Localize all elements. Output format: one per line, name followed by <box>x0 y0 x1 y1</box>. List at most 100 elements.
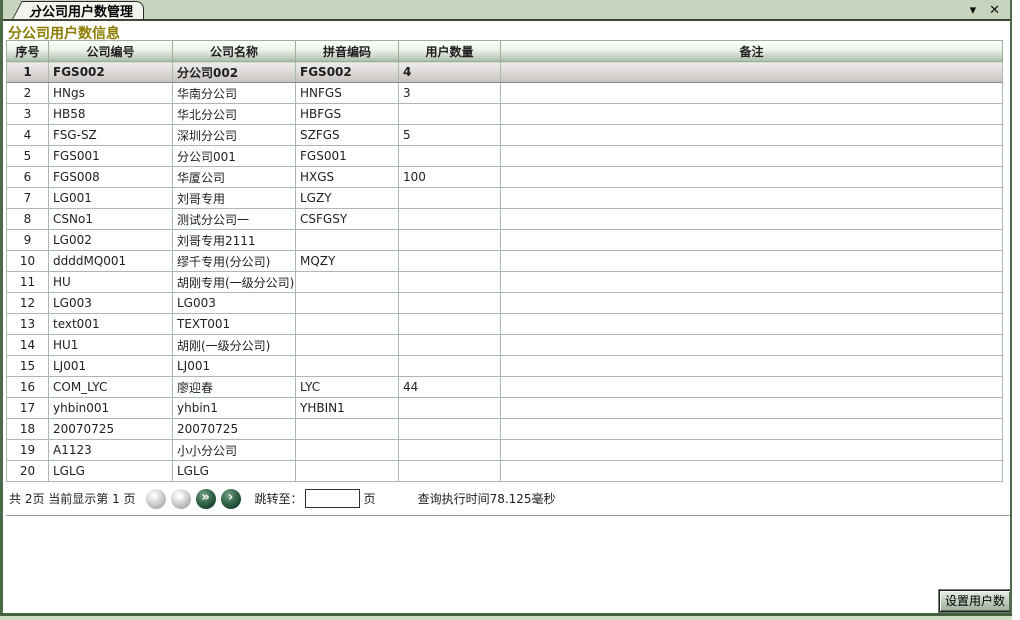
cell-company-code: yhbin001 <box>48 397 173 419</box>
table-row[interactable]: 13 text001 TEXT001 <box>6 313 1003 335</box>
cell-remark <box>500 376 1003 398</box>
cell-company-code: HNgs <box>48 82 173 104</box>
cell-pinyin-code: FGS001 <box>295 145 399 167</box>
cell-user-count <box>398 334 501 356</box>
cell-index: 14 <box>6 334 49 356</box>
cell-index: 11 <box>6 271 49 293</box>
tab-label: 分公司用户数管理 <box>29 4 134 20</box>
cell-pinyin-code: LGZY <box>295 187 399 209</box>
close-icon[interactable]: ✕ <box>989 2 1000 19</box>
table-row[interactable]: 1 FGS002 分公司002 FGS002 4 <box>6 61 1003 83</box>
cell-pinyin-code: HXGS <box>295 166 399 188</box>
collapse-icon[interactable]: ▾ <box>970 2 977 19</box>
cell-index: 9 <box>6 229 49 251</box>
cell-company-name: 胡刚专用(一级分公司) <box>172 271 296 293</box>
page-title: 分公司用户数信息 <box>3 21 1010 42</box>
cell-remark <box>500 187 1003 209</box>
cell-user-count <box>398 355 501 377</box>
cell-index: 13 <box>6 313 49 335</box>
table-row[interactable]: 6 FGS008 华厦公司 HXGS 100 <box>6 166 1003 188</box>
cell-index: 4 <box>6 124 49 146</box>
cell-index: 10 <box>6 250 49 272</box>
cell-user-count <box>398 250 501 272</box>
cell-pinyin-code <box>295 292 399 314</box>
cell-remark <box>500 397 1003 419</box>
cell-remark <box>500 124 1003 146</box>
cell-company-name: LJ001 <box>172 355 296 377</box>
cell-index: 6 <box>6 166 49 188</box>
cell-company-name: LGLG <box>172 460 296 482</box>
cell-company-code: LG002 <box>48 229 173 251</box>
table-row[interactable]: 16 COM_LYC 廖迎春 LYC 44 <box>6 376 1003 398</box>
table-row[interactable]: 5 FGS001 分公司001 FGS001 <box>6 145 1003 167</box>
cell-company-code: HB58 <box>48 103 173 125</box>
cell-company-code: text001 <box>48 313 173 335</box>
cell-index: 20 <box>6 460 49 482</box>
table-row[interactable]: 4 FSG-SZ 深圳分公司 SZFGS 5 <box>6 124 1003 146</box>
cell-index: 12 <box>6 292 49 314</box>
col-header-company-name: 公司名称 <box>172 40 296 62</box>
cell-remark <box>500 355 1003 377</box>
window-controls: ▾ ✕ <box>970 2 1000 19</box>
tab-branch-user-count[interactable]: 分公司用户数管理 <box>25 1 145 20</box>
table-row[interactable]: 18 20070725 20070725 <box>6 418 1003 440</box>
table-row[interactable]: 11 HU 胡刚专用(一级分公司) <box>6 271 1003 293</box>
cell-company-name: 测试分公司一 <box>172 208 296 230</box>
cell-company-name: 分公司001 <box>172 145 296 167</box>
table-row[interactable]: 17 yhbin001 yhbin1 YHBIN1 <box>6 397 1003 419</box>
col-header-pinyin-code: 拼音编码 <box>295 40 399 62</box>
cell-pinyin-code <box>295 418 399 440</box>
cell-user-count <box>398 292 501 314</box>
cell-company-code: CSNo1 <box>48 208 173 230</box>
table-row[interactable]: 12 LG003 LG003 <box>6 292 1003 314</box>
col-header-user-count: 用户数量 <box>398 40 501 62</box>
table-header-row: 序号 公司编号 公司名称 拼音编码 用户数量 备注 <box>6 40 1003 62</box>
table-row[interactable]: 9 LG002 刘哥专用2111 <box>6 229 1003 251</box>
table-row[interactable]: 15 LJ001 LJ001 <box>6 355 1003 377</box>
cell-company-code: LG003 <box>48 292 173 314</box>
cell-user-count <box>398 103 501 125</box>
table-row[interactable]: 19 A1123 小小分公司 <box>6 439 1003 461</box>
cell-pinyin-code <box>295 229 399 251</box>
next-page-button[interactable]: › <box>220 488 241 509</box>
jump-page-input[interactable] <box>304 489 360 508</box>
table-row[interactable]: 3 HB58 华北分公司 HBFGS <box>6 103 1003 125</box>
query-exec-time: 查询执行时间78.125毫秒 <box>417 492 556 506</box>
cell-pinyin-code <box>295 355 399 377</box>
cell-remark <box>500 418 1003 440</box>
cell-user-count: 5 <box>398 124 501 146</box>
cell-remark <box>500 460 1003 482</box>
cell-index: 17 <box>6 397 49 419</box>
table-row[interactable]: 2 HNgs 华南分公司 HNFGS 3 <box>6 82 1003 104</box>
first-page-button[interactable]: « <box>170 488 191 509</box>
cell-company-code: LG001 <box>48 187 173 209</box>
table-row[interactable]: 10 ddddMQ001 缪千专用(分公司) MQZY <box>6 250 1003 272</box>
cell-company-name: 刘哥专用 <box>172 187 296 209</box>
cell-index: 1 <box>6 61 49 83</box>
jump-page-suffix: 页 <box>363 492 376 506</box>
table-row[interactable]: 20 LGLG LGLG <box>6 460 1003 482</box>
cell-company-name: 缪千专用(分公司) <box>172 250 296 272</box>
cell-company-name: 深圳分公司 <box>172 124 296 146</box>
table-row[interactable]: 7 LG001 刘哥专用 LGZY <box>6 187 1003 209</box>
cell-company-code: ddddMQ001 <box>48 250 173 272</box>
col-header-remark: 备注 <box>500 40 1003 62</box>
table-row[interactable]: 8 CSNo1 测试分公司一 CSFGSY <box>6 208 1003 230</box>
table-row[interactable]: 14 HU1 胡刚(一级分公司) <box>6 334 1003 356</box>
prev-page-button[interactable]: ‹ <box>145 488 166 509</box>
cell-user-count <box>398 229 501 251</box>
set-user-count-button[interactable]: 设置用户数 <box>939 590 1010 612</box>
cell-index: 8 <box>6 208 49 230</box>
cell-company-code: A1123 <box>48 439 173 461</box>
cell-index: 19 <box>6 439 49 461</box>
cell-index: 7 <box>6 187 49 209</box>
cell-user-count: 4 <box>398 61 501 83</box>
cell-pinyin-code: YHBIN1 <box>295 397 399 419</box>
col-header-index: 序号 <box>6 40 49 62</box>
last-page-button[interactable]: » <box>195 488 216 509</box>
cell-user-count <box>398 418 501 440</box>
cell-company-name: TEXT001 <box>172 313 296 335</box>
cell-index: 3 <box>6 103 49 125</box>
cell-company-name: 华厦公司 <box>172 166 296 188</box>
cell-remark <box>500 103 1003 125</box>
